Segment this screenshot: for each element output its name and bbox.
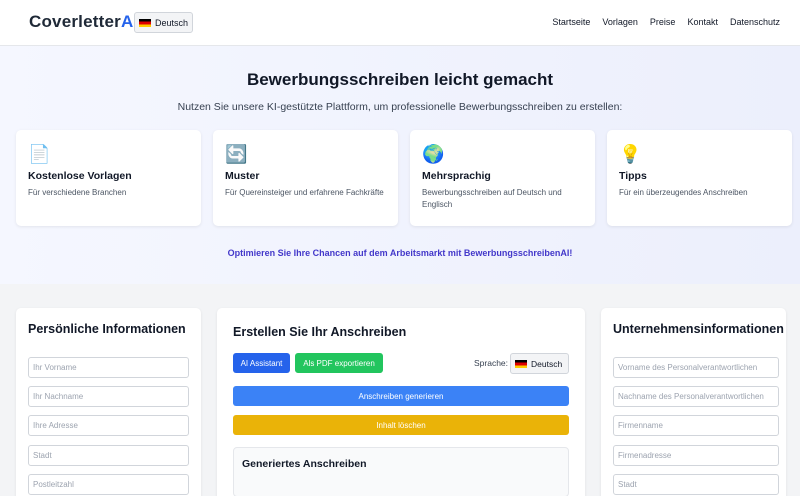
hero-section: Bewerbungsschreiben leicht gemacht Nutze… — [0, 46, 800, 284]
feature-title: Mehrsprachig — [422, 170, 491, 182]
city-input[interactable] — [28, 445, 189, 466]
hero-tagline: Optimieren Sie Ihre Chancen auf dem Arbe… — [227, 248, 573, 258]
company-name-input[interactable] — [613, 415, 779, 436]
logo-text: Coverletter — [29, 12, 121, 31]
generated-letter-title: Generiertes Anschreiben — [242, 458, 367, 470]
ai-assistant-button[interactable]: AI Assistant — [233, 353, 290, 373]
feature-title: Tipps — [619, 170, 647, 182]
feature-title: Muster — [225, 170, 260, 182]
hero-subtitle: Nutzen Sie unsere KI-gestützte Plattform… — [177, 101, 623, 113]
language-selector[interactable]: Deutsch — [134, 12, 193, 33]
language-label: Deutsch — [155, 17, 189, 28]
postal-code-input[interactable] — [28, 474, 189, 495]
feature-desc: Bewerbungsschreiben auf Deutsch und Engl… — [422, 188, 562, 209]
generate-letter-button[interactable]: Anschreiben generieren — [233, 386, 569, 406]
company-info-title: Unternehmensinformationen — [613, 322, 784, 336]
export-pdf-button[interactable]: Als PDF exportieren — [295, 353, 383, 373]
company-city-input[interactable] — [613, 474, 779, 495]
personal-info-panel: Persönliche Informationen — [16, 308, 201, 496]
personal-info-title: Persönliche Informationen — [28, 322, 186, 336]
generated-letter-box: Generiertes Anschreiben — [233, 447, 569, 496]
feature-title: Kostenlose Vorlagen — [28, 170, 132, 182]
lightbulb-icon: 💡 — [619, 144, 642, 164]
first-name-input[interactable] — [28, 357, 189, 378]
nav-preise[interactable]: Preise — [650, 17, 676, 27]
feature-desc: Für verschiedene Branchen — [28, 188, 127, 197]
letter-language-value: Deutsch — [531, 358, 563, 369]
nav-kontakt[interactable]: Kontakt — [687, 17, 718, 27]
editor-panel: Erstellen Sie Ihr Anschreiben AI Assista… — [217, 308, 585, 496]
hero-title: Bewerbungsschreiben leicht gemacht — [246, 70, 554, 89]
address-input[interactable] — [28, 415, 189, 436]
nav-datenschutz[interactable]: Datenschutz — [730, 17, 780, 27]
german-flag-icon — [139, 18, 151, 27]
german-flag-icon — [515, 359, 527, 368]
editor-title: Erstellen Sie Ihr Anschreiben — [233, 325, 407, 339]
feature-desc: Für ein überzeugendes Anschreiben — [619, 188, 748, 197]
top-header: CoverletterAI Deutsch Startseite Vorlage… — [0, 0, 800, 46]
refresh-icon: 🔄 — [225, 144, 248, 164]
clear-content-button[interactable]: Inhalt löschen — [233, 415, 569, 435]
letter-language-select[interactable]: Deutsch — [510, 353, 569, 374]
hr-first-name-input[interactable] — [613, 357, 779, 378]
company-address-input[interactable] — [613, 445, 779, 466]
language-select-label: Sprache: — [474, 358, 509, 368]
logo[interactable]: CoverletterAI — [29, 12, 138, 32]
nav-startseite[interactable]: Startseite — [552, 17, 590, 27]
main-nav: Startseite Vorlagen Preise Kontakt Daten… — [552, 17, 780, 27]
last-name-input[interactable] — [28, 386, 189, 407]
document-icon: 📄 — [28, 144, 51, 164]
feature-card-muster: 🔄 Muster Für Quereinsteiger und erfahren… — [213, 130, 398, 226]
company-info-panel: Unternehmensinformationen — [601, 308, 786, 496]
feature-card-tipps: 💡 Tipps Für ein überzeugendes Anschreibe… — [607, 130, 792, 226]
hr-last-name-input[interactable] — [613, 386, 779, 407]
globe-icon: 🌍 — [422, 144, 445, 164]
feature-card-mehrsprachig: 🌍 Mehrsprachig Bewerbungsschreiben auf D… — [410, 130, 595, 226]
feature-card-vorlagen: 📄 Kostenlose Vorlagen Für verschiedene B… — [16, 130, 201, 226]
nav-vorlagen[interactable]: Vorlagen — [602, 17, 638, 27]
feature-desc: Für Quereinsteiger und erfahrene Fachkrä… — [225, 188, 384, 197]
